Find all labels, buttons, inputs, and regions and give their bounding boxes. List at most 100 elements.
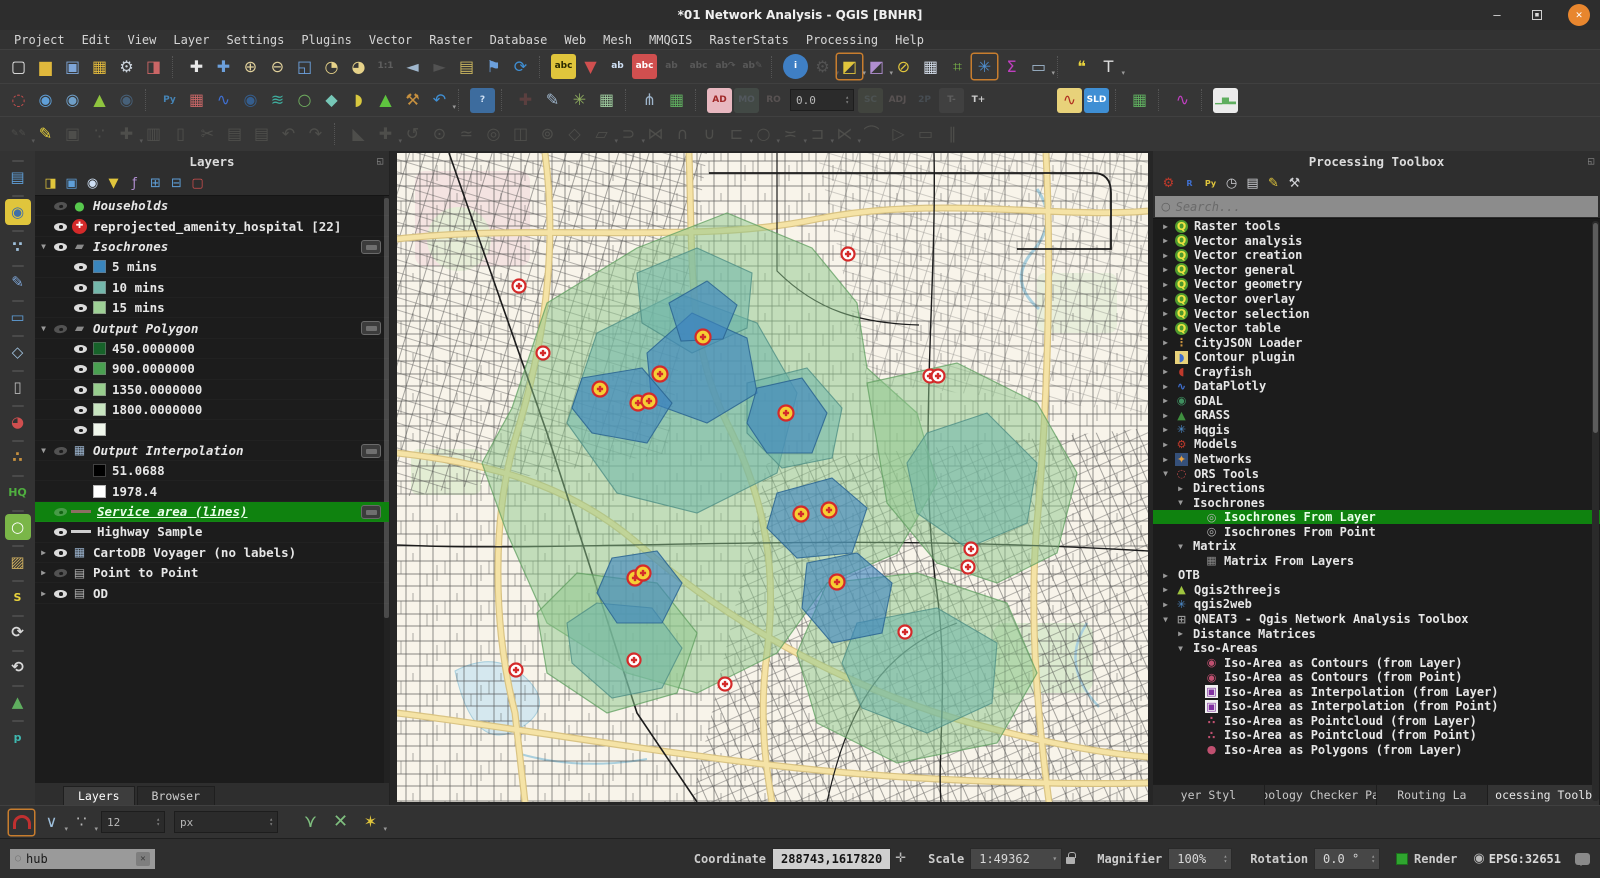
- mmqgis-grid-icon[interactable]: ▦: [184, 88, 209, 113]
- algorithm-item[interactable]: ▶⋮CityJSON Loader: [1153, 335, 1600, 350]
- angle-input[interactable]: 0.0: [790, 89, 854, 111]
- osm-search-icon[interactable]: ○: [5, 514, 31, 540]
- menu-vector[interactable]: Vector: [369, 33, 412, 47]
- algorithm-item[interactable]: ◎Isochrones From Point: [1153, 524, 1600, 539]
- algorithm-item[interactable]: ▶▲GRASS: [1153, 408, 1600, 423]
- qgis2web-hill-icon[interactable]: ▲: [373, 88, 398, 113]
- clear-search-icon[interactable]: ✕: [136, 852, 150, 866]
- maximize-icon[interactable]: ▪: [1532, 10, 1542, 20]
- collapse-all-icon[interactable]: ⊟: [167, 174, 186, 193]
- expand-arrow-icon[interactable]: ▶: [1159, 367, 1172, 376]
- algorithm-item[interactable]: ∴Iso-Area as Pointcloud (from Layer): [1153, 714, 1600, 729]
- locator-search-input[interactable]: ○ hub ✕: [10, 849, 155, 869]
- visibility-eye-icon[interactable]: [73, 341, 89, 356]
- dock-tab[interactable]: Routing La: [1377, 785, 1489, 805]
- topology-icon[interactable]: ✳: [567, 88, 592, 113]
- layer-item[interactable]: 10 mins: [35, 278, 389, 298]
- select-by-icon[interactable]: ◩▾: [864, 54, 889, 79]
- quickmapservices-icon[interactable]: ◆: [319, 88, 344, 113]
- expand-arrow-icon[interactable]: ▶: [1159, 396, 1172, 405]
- map-canvas[interactable]: [397, 153, 1148, 802]
- algorithm-item[interactable]: ▦Matrix From Layers: [1153, 554, 1600, 569]
- label-options-icon[interactable]: ▼: [578, 54, 603, 79]
- menu-raster[interactable]: Raster: [429, 33, 472, 47]
- layer-item[interactable]: 900.0000000: [35, 359, 389, 379]
- menu-project[interactable]: Project: [14, 33, 65, 47]
- mouse-extent-icon[interactable]: ✛: [895, 851, 906, 866]
- t-plus-icon[interactable]: T+: [966, 88, 991, 113]
- mini-chart-icon[interactable]: ∴: [5, 444, 31, 470]
- snapping-unit-select[interactable]: px: [174, 811, 278, 833]
- table-icon[interactable]: ▦: [594, 88, 619, 113]
- visibility-eye-icon[interactable]: [73, 259, 89, 274]
- marble-globe-icon[interactable]: ◉: [238, 88, 263, 113]
- models-menu-icon[interactable]: ⚙: [1159, 174, 1178, 193]
- expand-arrow-icon[interactable]: ▼: [37, 242, 50, 251]
- expand-arrow-icon[interactable]: ▶: [1159, 251, 1172, 260]
- minimize-icon[interactable]: —: [1488, 8, 1506, 22]
- expand-arrow-icon[interactable]: ▶: [37, 568, 50, 577]
- dock-tab[interactable]: ocessing Toolb: [1488, 785, 1600, 805]
- digitize-network-icon[interactable]: ⋔: [637, 88, 662, 113]
- algorithm-item[interactable]: ▶QVector creation: [1153, 248, 1600, 263]
- edit-in-place-icon[interactable]: ✎: [1264, 174, 1283, 193]
- menu-layer[interactable]: Layer: [173, 33, 209, 47]
- algorithm-item[interactable]: ▼Isochrones: [1153, 495, 1600, 510]
- web-globe-a-icon[interactable]: ◉: [60, 88, 85, 113]
- close-icon[interactable]: ✕: [1568, 4, 1590, 26]
- lock-scale-icon[interactable]: [1066, 857, 1075, 864]
- visibility-eye-icon[interactable]: [52, 503, 70, 520]
- pin-labels-icon[interactable]: ab: [605, 54, 630, 79]
- algorithm-item[interactable]: ▶QVector geometry: [1153, 277, 1600, 292]
- messages-icon[interactable]: [1575, 853, 1590, 865]
- undo-circle-icon[interactable]: ⟲: [5, 654, 31, 680]
- menu-mmqgis[interactable]: MMQGIS: [649, 33, 692, 47]
- expand-arrow-icon[interactable]: ▼: [1159, 469, 1172, 478]
- visibility-eye-icon[interactable]: [73, 422, 89, 437]
- ors-tools-icon[interactable]: ◌: [6, 88, 31, 113]
- enable-snapping-icon[interactable]: [9, 810, 34, 835]
- geocoding-icon[interactable]: ◉: [5, 199, 31, 225]
- web-globe-add-icon[interactable]: ◉: [33, 88, 58, 113]
- visibility-eye-icon[interactable]: [53, 545, 69, 560]
- magnifier-input[interactable]: 100%: [1168, 848, 1232, 870]
- project-properties-icon[interactable]: ⚙: [114, 54, 139, 79]
- algorithm-item[interactable]: ◎Isochrones From Layer: [1153, 510, 1600, 525]
- save-as-icon[interactable]: ▦: [87, 54, 112, 79]
- algorithm-item[interactable]: ▶✦Networks: [1153, 452, 1600, 467]
- visibility-eye-icon[interactable]: [73, 382, 89, 397]
- menu-view[interactable]: View: [127, 33, 156, 47]
- new-project-icon[interactable]: ▢: [6, 54, 31, 79]
- render-checkbox[interactable]: [1396, 853, 1408, 865]
- zoom-to-layer-icon[interactable]: ◕: [346, 54, 371, 79]
- layer-item[interactable]: Service area (lines): [35, 502, 389, 522]
- advanced-digitizing-icon[interactable]: AD: [707, 88, 732, 113]
- layer-item[interactable]: ●Households: [35, 196, 389, 216]
- toggle-editing-icon[interactable]: ✎: [33, 122, 58, 147]
- algorithm-item[interactable]: ▶∿DataPlotly: [1153, 379, 1600, 394]
- rotation-input[interactable]: 0.0 °: [1314, 848, 1380, 870]
- manage-themes-icon[interactable]: ◉: [83, 174, 102, 193]
- open-project-icon[interactable]: ▆: [33, 54, 58, 79]
- menu-help[interactable]: Help: [895, 33, 924, 47]
- avoid-overlap-icon[interactable]: ✶▾: [358, 810, 383, 835]
- add-points-icon[interactable]: ∵: [5, 234, 31, 260]
- map-edit-icon[interactable]: ▨: [5, 549, 31, 575]
- layer-indicator-badge[interactable]: [361, 505, 381, 519]
- highlight-labels-icon[interactable]: abc: [632, 54, 657, 79]
- freehand-icon[interactable]: ✎: [540, 88, 565, 113]
- zoom-to-selection-icon[interactable]: ◔: [319, 54, 344, 79]
- layer-item[interactable]: 1978.4: [35, 481, 389, 501]
- processing-toolbox-icon[interactable]: ✳: [972, 54, 997, 79]
- topological-editing-icon[interactable]: ⋎: [298, 810, 323, 835]
- layer-item[interactable]: ▶▤OD: [35, 583, 389, 603]
- expand-arrow-icon[interactable]: ▶: [1159, 295, 1172, 304]
- slyr-icon[interactable]: S: [5, 584, 31, 610]
- expand-arrow-icon[interactable]: ▶: [1159, 382, 1172, 391]
- polygon-layer-icon[interactable]: ◇: [5, 339, 31, 365]
- visibility-eye-icon[interactable]: [53, 586, 69, 601]
- search-globe-icon[interactable]: ◉: [114, 88, 139, 113]
- expand-arrow-icon[interactable]: ▶: [1159, 353, 1172, 362]
- identify-features-icon[interactable]: i: [783, 54, 808, 79]
- qgis2threejs-icon[interactable]: ▲: [87, 88, 112, 113]
